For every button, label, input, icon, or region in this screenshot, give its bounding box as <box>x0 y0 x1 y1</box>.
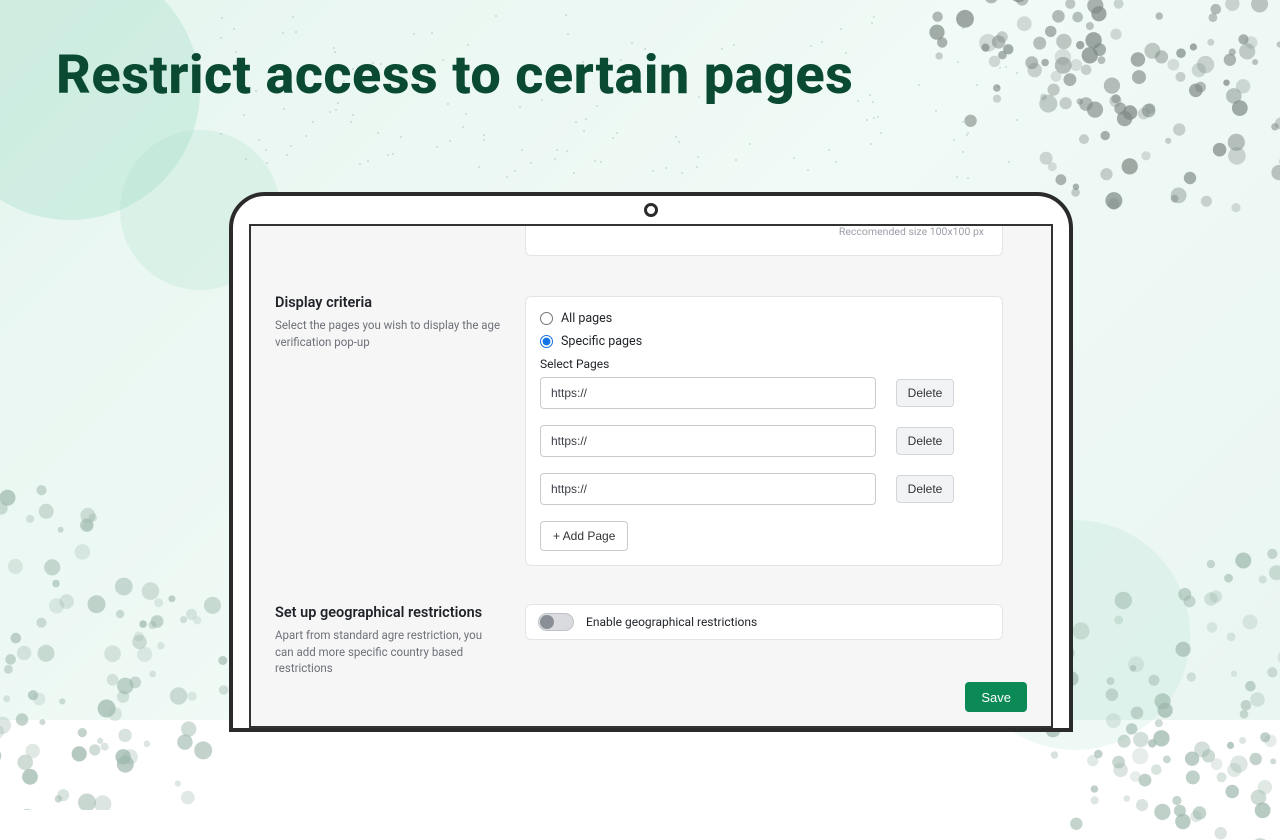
geo-toggle-label: Enable geographical restrictions <box>586 615 757 629</box>
geo-card: Enable geographical restrictions <box>525 604 1003 640</box>
geo-description: Apart from standard agre restriction, yo… <box>275 627 501 677</box>
save-button[interactable]: Save <box>965 682 1027 712</box>
radio-all-pages[interactable]: All pages <box>540 311 988 326</box>
radio-all-pages-input[interactable] <box>540 312 553 325</box>
display-criteria-title: Display criteria <box>275 294 501 311</box>
toggle-knob-icon <box>540 615 554 629</box>
radio-specific-pages-label: Specific pages <box>561 334 642 349</box>
display-criteria-card: All pages Specific pages Select Pages De… <box>525 296 1003 566</box>
select-pages-label: Select Pages <box>540 357 988 371</box>
camera-icon <box>644 203 658 217</box>
page-row: Delete <box>540 473 988 505</box>
delete-page-button[interactable]: Delete <box>896 427 954 455</box>
radio-specific-pages-input[interactable] <box>540 335 553 348</box>
app-screen: Reccomended size 100x100 px Display crit… <box>249 224 1053 728</box>
delete-page-button[interactable]: Delete <box>896 379 954 407</box>
delete-page-button[interactable]: Delete <box>896 475 954 503</box>
radio-all-pages-label: All pages <box>561 311 612 326</box>
display-criteria-description: Select the pages you wish to display the… <box>275 317 501 350</box>
add-page-button[interactable]: + Add Page <box>540 521 628 551</box>
image-upload-card: Reccomended size 100x100 px <box>525 226 1003 256</box>
page-url-input[interactable] <box>540 425 876 457</box>
recommended-size-hint: Reccomended size 100x100 px <box>839 225 984 238</box>
page-title: Restrict access to certain pages <box>56 44 853 107</box>
page-url-input[interactable] <box>540 377 876 409</box>
page-row: Delete <box>540 377 988 409</box>
geo-toggle[interactable] <box>538 613 574 631</box>
laptop-frame: Reccomended size 100x100 px Display crit… <box>229 192 1073 732</box>
page-url-input[interactable] <box>540 473 876 505</box>
radio-specific-pages[interactable]: Specific pages <box>540 334 988 349</box>
geo-title: Set up geographical restrictions <box>275 604 501 621</box>
page-row: Delete <box>540 425 988 457</box>
